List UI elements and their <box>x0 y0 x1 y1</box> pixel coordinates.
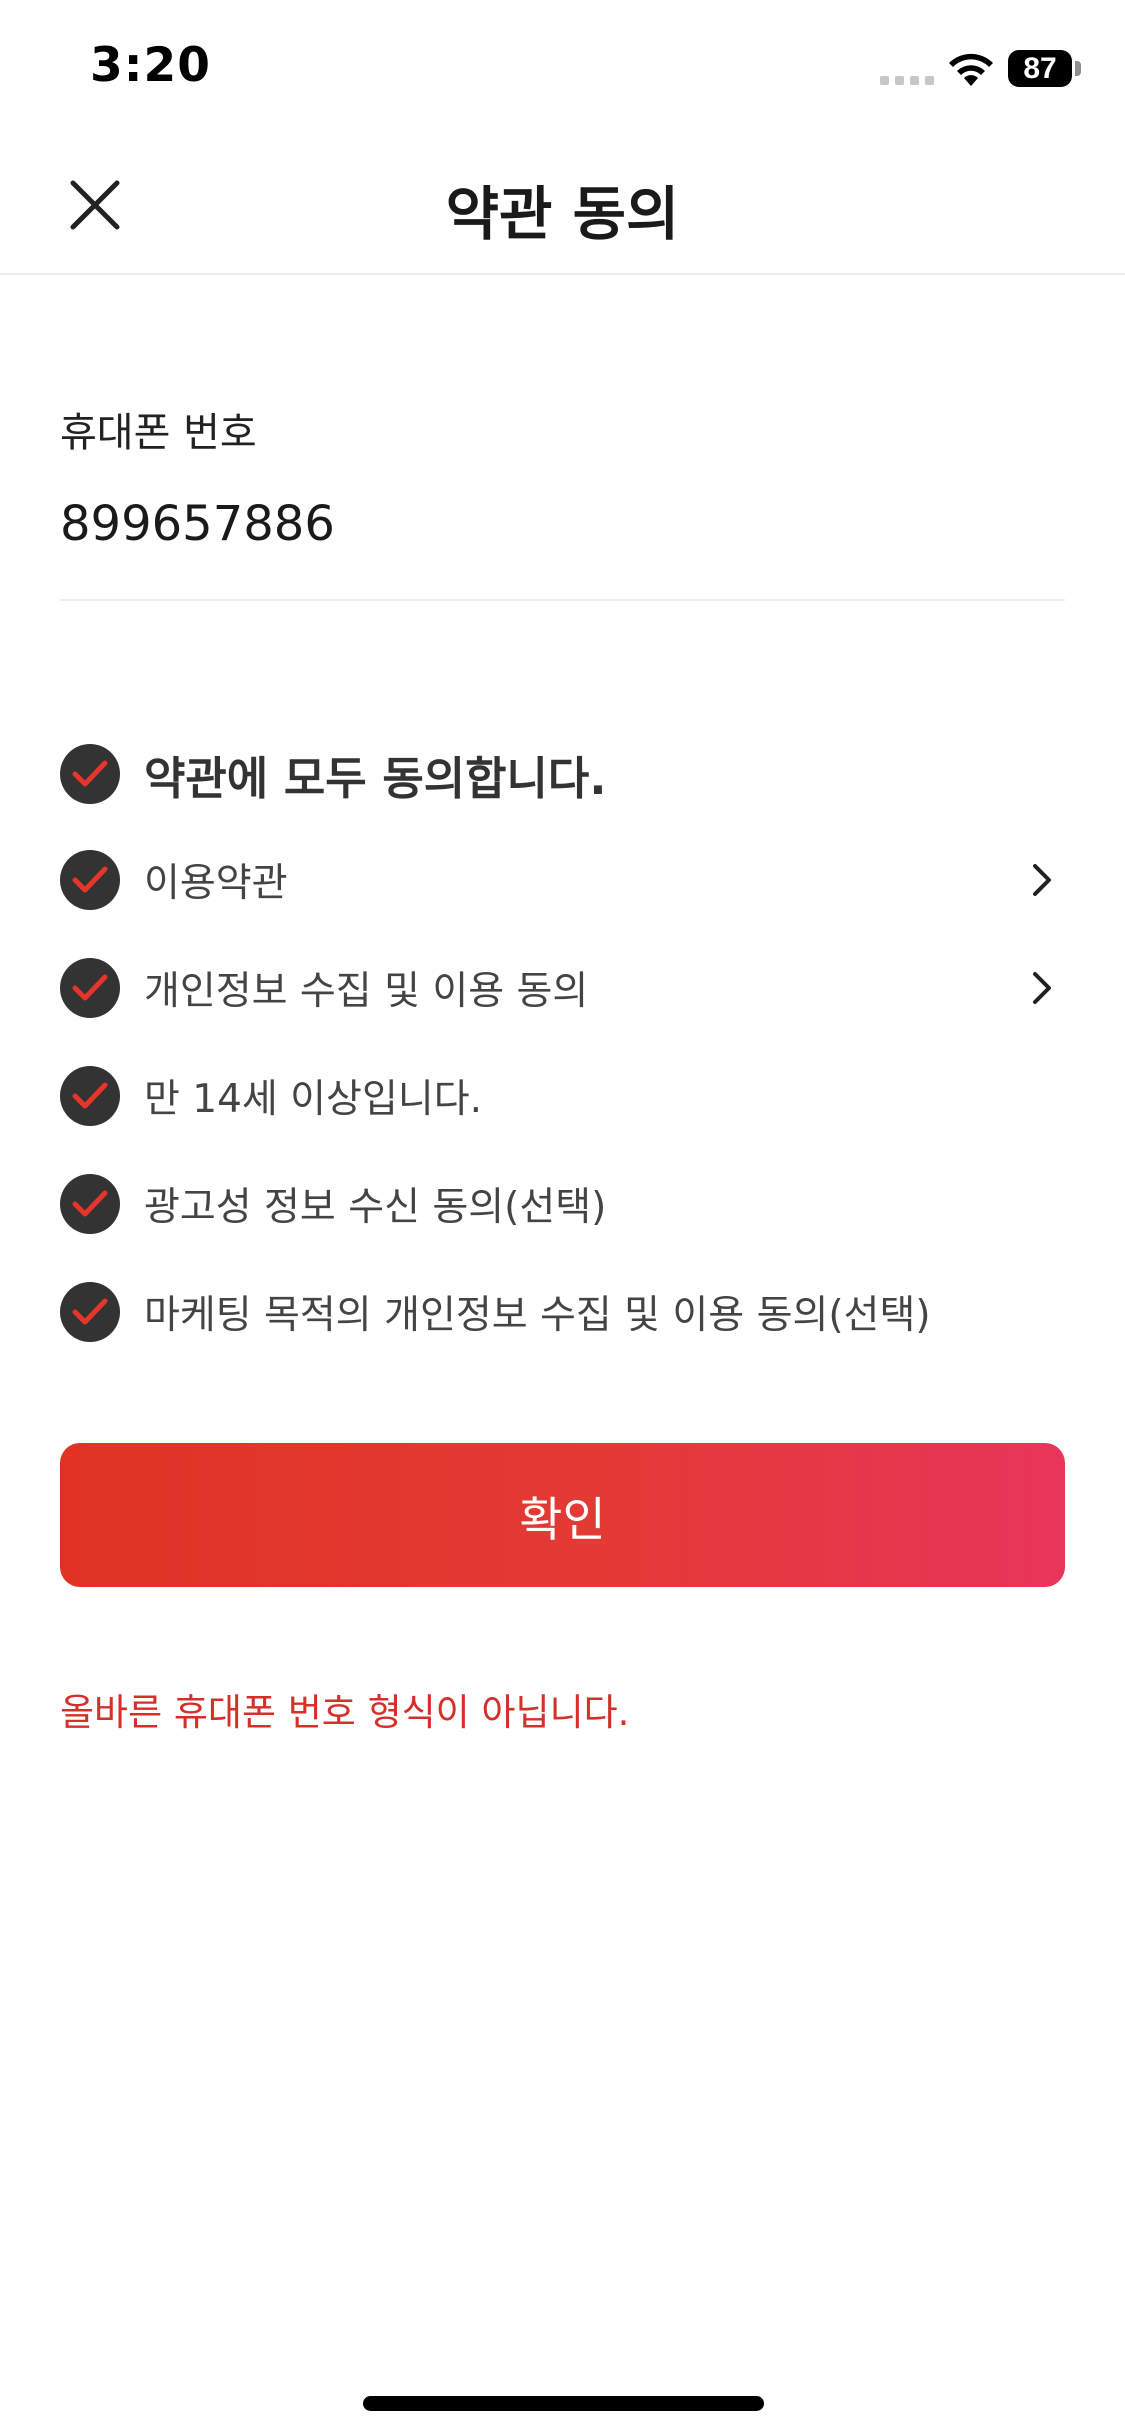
agree-all-row[interactable]: 약관에 모두 동의합니다. <box>60 722 1065 826</box>
agree-all-label: 약관에 모두 동의합니다. <box>144 751 607 805</box>
status-bar: 3:20 87 <box>0 0 1125 135</box>
cellular-signal-icon <box>880 76 934 85</box>
nav-bar: 약관 동의 <box>0 135 1125 275</box>
check-icon[interactable] <box>60 744 120 804</box>
check-icon[interactable] <box>60 958 120 1018</box>
check-icon[interactable] <box>60 1174 120 1234</box>
check-icon[interactable] <box>60 1282 120 1342</box>
chevron-right-icon[interactable] <box>1027 968 1057 1008</box>
wifi-icon <box>949 53 993 86</box>
agree-item-ads[interactable]: 광고성 정보 수신 동의(선택) <box>60 1150 1065 1258</box>
phone-input[interactable] <box>60 496 1065 552</box>
agree-item-marketing[interactable]: 마케팅 목적의 개인정보 수집 및 이용 동의(선택) <box>60 1258 1065 1366</box>
agree-item-label: 만 14세 이상입니다. <box>144 1077 482 1122</box>
battery-level: 87 <box>1023 51 1057 85</box>
home-indicator <box>363 2396 764 2411</box>
agree-item-terms[interactable]: 이용약관 <box>60 826 1065 934</box>
agreement-list: 약관에 모두 동의합니다. 이용약관 개인정보 수집 및 이용 동의 만 14세… <box>60 722 1065 1366</box>
agree-item-label: 개인정보 수집 및 이용 동의 <box>144 969 589 1014</box>
chevron-right-icon[interactable] <box>1027 860 1057 900</box>
battery-cap <box>1075 61 1081 76</box>
confirm-button[interactable]: 확인 <box>60 1443 1065 1587</box>
check-icon[interactable] <box>60 1066 120 1126</box>
agree-item-label: 마케팅 목적의 개인정보 수집 및 이용 동의(선택) <box>144 1293 931 1338</box>
phone-label: 휴대폰 번호 <box>60 410 257 456</box>
check-icon[interactable] <box>60 850 120 910</box>
agree-item-age[interactable]: 만 14세 이상입니다. <box>60 1042 1065 1150</box>
phone-divider <box>60 599 1065 601</box>
status-time: 3:20 <box>90 38 211 93</box>
agree-item-privacy[interactable]: 개인정보 수집 및 이용 동의 <box>60 934 1065 1042</box>
agree-item-label: 광고성 정보 수신 동의(선택) <box>144 1185 607 1230</box>
page-title: 약관 동의 <box>445 180 680 248</box>
agree-item-label: 이용약관 <box>144 861 288 906</box>
battery-icon: 87 <box>1008 50 1072 87</box>
error-message: 올바른 휴대폰 번호 형식이 아닙니다. <box>60 1691 630 1734</box>
phone-field-group: 휴대폰 번호 <box>60 400 1065 552</box>
